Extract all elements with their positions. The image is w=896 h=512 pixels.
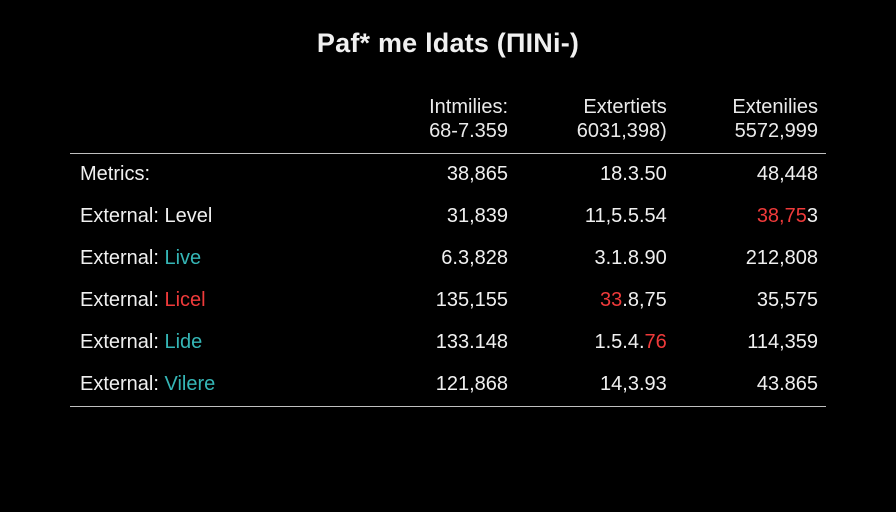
col-header-empty [70,87,357,154]
row-label: External: Live [70,238,357,280]
table-cell: 38,865 [357,154,516,197]
page-title: Paf* me ldats (ПINi-) [70,28,826,59]
cell-value: 14,3.93 [600,373,667,395]
cell-value: 35,575 [757,289,818,311]
cell-value-part: 3 [807,205,818,227]
cell-value: 3.1.8.90 [594,247,666,269]
table-cell: 135,155 [357,280,516,322]
table-row: Metrics: 38,865 18.3.50 48,448 [70,154,826,197]
cell-value: 114,359 [747,331,818,353]
cell-value: 6.3,828 [441,247,508,269]
col-header-1-line2: 68-7.359 [365,120,508,144]
cell-value-part: 76 [645,331,667,353]
table-head: Intmilies: 68-7.359 Extertiets 6031,398)… [70,87,826,154]
row-label-tag: Vilere [164,373,215,395]
cell-value: 11,5.5.54 [585,205,667,227]
table-row: External: Level 31,839 11,5.5.54 38,753 [70,196,826,238]
row-label-prefix: External: [80,373,164,395]
table-cell: 43.865 [675,364,826,407]
table-cell: 48,448 [675,154,826,197]
table-cell: 35,575 [675,280,826,322]
table-row: External: Vilere 121,868 14,3.93 43.865 [70,364,826,407]
cell-value: 38,865 [447,163,508,185]
data-table: Intmilies: 68-7.359 Extertiets 6031,398)… [70,87,826,407]
row-label: External: Level [70,196,357,238]
row-label-prefix: External: [80,247,164,269]
row-label-prefix: External: [80,331,164,353]
cell-value: 31,839 [447,205,508,227]
col-header-2: Extertiets 6031,398) [516,87,675,154]
table-cell: 121,868 [357,364,516,407]
table-cell: 18.3.50 [516,154,675,197]
cell-value-part: 33 [600,289,622,311]
table-row: External: Live 6.3,828 3.1.8.90 212,808 [70,238,826,280]
table-cell: 14,3.93 [516,364,675,407]
row-label: External: Vilere [70,364,357,407]
cell-value: 18.3.50 [600,163,667,185]
table-cell: 212,808 [675,238,826,280]
row-label: External: Licel [70,280,357,322]
page: Paf* me ldats (ПINi-) Intmilies: 68-7.35… [0,0,896,512]
cell-value: 121,868 [436,373,508,395]
col-header-3-line2: 5572,999 [683,120,818,144]
col-header-3-line1: Extenilies [683,96,818,120]
table-cell: 33.8,75 [516,280,675,322]
col-header-2-line1: Extertiets [524,96,667,120]
table-row: External: Lide 133.148 1.5.4.76 114,359 [70,322,826,364]
row-label: External: Lide [70,322,357,364]
cell-value: 43.865 [757,373,818,395]
col-header-2-line2: 6031,398) [524,120,667,144]
row-label-prefix: External: [80,289,164,311]
table-cell: 133.148 [357,322,516,364]
row-label-prefix: Metrics: [80,163,150,185]
cell-value: 135,155 [436,289,508,311]
table-cell: 6.3,828 [357,238,516,280]
cell-value: 212,808 [746,247,818,269]
row-label-tag: Lide [164,331,202,353]
table-cell: 114,359 [675,322,826,364]
col-header-3: Extenilies 5572,999 [675,87,826,154]
row-label: Metrics: [70,154,357,197]
cell-value: 48,448 [757,163,818,185]
table-cell: 31,839 [357,196,516,238]
cell-value-part: .8,75 [622,289,666,311]
cell-value: 133.148 [436,331,508,353]
row-label-tag: Licel [164,289,205,311]
col-header-1: Intmilies: 68-7.359 [357,87,516,154]
row-label-tag: Live [164,247,201,269]
cell-value-part: 38,75 [757,205,807,227]
table-cell: 1.5.4.76 [516,322,675,364]
col-header-1-line1: Intmilies: [365,96,508,120]
row-label-prefix: External: Level [80,205,212,227]
table-row: External: Licel 135,155 33.8,75 35,575 [70,280,826,322]
table-cell: 11,5.5.54 [516,196,675,238]
table-cell: 38,753 [675,196,826,238]
cell-value-part: 1.5.4. [594,331,644,353]
table-body: Metrics: 38,865 18.3.50 48,448 External: Lev… [70,154,826,407]
table-cell: 3.1.8.90 [516,238,675,280]
